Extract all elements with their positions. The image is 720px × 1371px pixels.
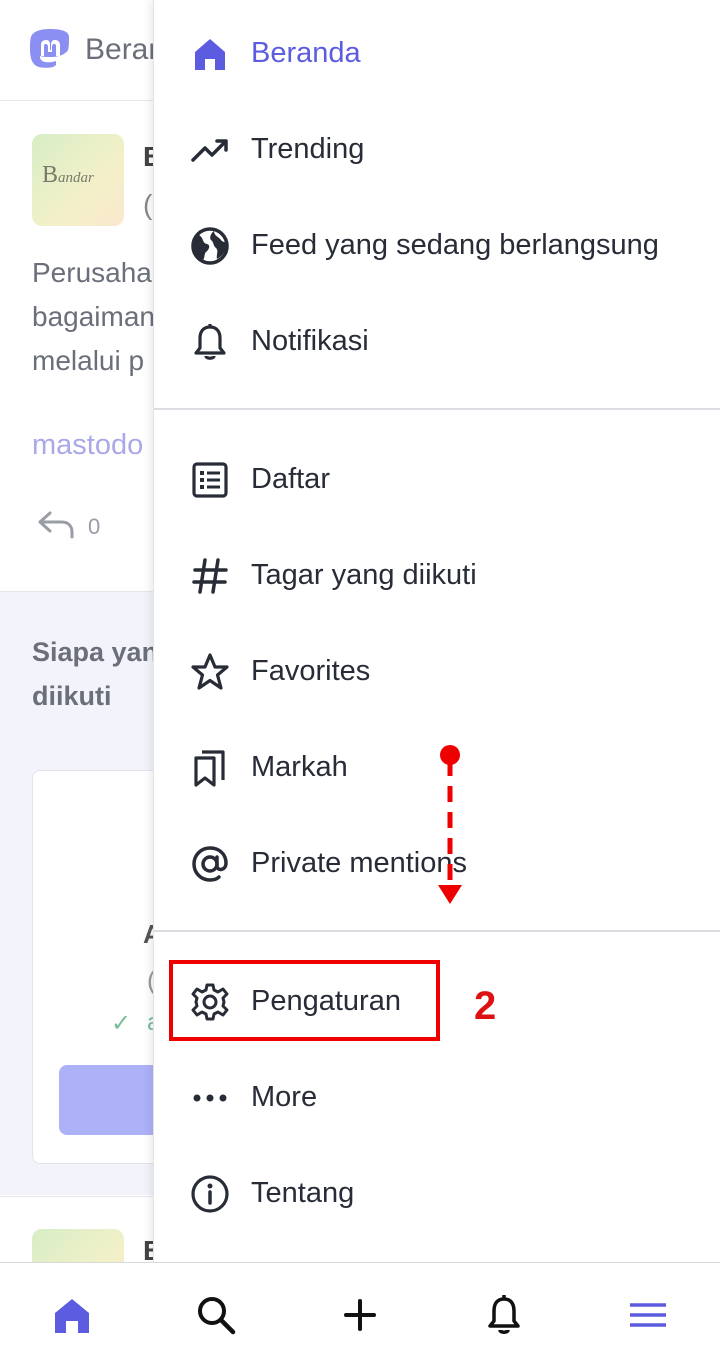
- hashtag-icon: [192, 558, 228, 594]
- globe-icon: [191, 227, 229, 265]
- trending-icon: [191, 139, 228, 162]
- annotation-step-number: 2: [474, 984, 497, 1028]
- nav-label: Markah: [251, 751, 348, 783]
- at-icon: [192, 846, 228, 882]
- annotation-highlight-box: [169, 960, 440, 1041]
- post-link[interactable]: mastodo: [32, 429, 143, 462]
- navigation-drawer: Beranda Trending Feed yang sedang berlan…: [153, 0, 720, 1262]
- nav-label: Trending: [251, 133, 365, 165]
- nav-label: Feed yang sedang berlangsung: [251, 229, 659, 261]
- reply-count: 0: [88, 514, 101, 539]
- plus-icon[interactable]: [338, 1293, 382, 1337]
- check-icon: ✓: [111, 1010, 132, 1037]
- nav-label: Favorites: [251, 655, 371, 687]
- avatar[interactable]: Bandar: [32, 134, 124, 226]
- nav-label: Daftar: [251, 463, 330, 495]
- nav-item-tentang[interactable]: Tentang: [154, 1154, 720, 1234]
- avatar[interactable]: [32, 1229, 124, 1262]
- search-icon[interactable]: [194, 1293, 238, 1337]
- bell-icon: [194, 324, 226, 360]
- avatar-logo-text: Bandar: [42, 162, 94, 188]
- nav-label: Tentang: [251, 1177, 355, 1209]
- bell-icon[interactable]: [482, 1293, 526, 1337]
- nav-item-trending[interactable]: Trending: [154, 110, 720, 190]
- nav-item-more[interactable]: More: [154, 1058, 720, 1138]
- list-icon: [192, 462, 228, 498]
- nav-item-tagar[interactable]: Tagar yang diikuti: [154, 536, 720, 616]
- post-author-handle: (: [143, 189, 153, 220]
- nav-label: Beranda: [251, 37, 361, 69]
- bottom-tab-bar: [0, 1262, 720, 1371]
- reply-icon[interactable]: [36, 509, 76, 541]
- annotation-arrow-icon: [438, 745, 462, 904]
- more-icon: [193, 1094, 227, 1102]
- nav-label: Tagar yang diikuti: [251, 559, 477, 591]
- nav-item-notifikasi[interactable]: Notifikasi: [154, 302, 720, 382]
- star-icon: [191, 653, 229, 690]
- divider: [154, 408, 720, 410]
- home-icon[interactable]: [50, 1293, 94, 1337]
- divider: [154, 930, 720, 932]
- nav-item-beranda[interactable]: Beranda: [154, 14, 720, 94]
- nav-item-favorites[interactable]: Favorites: [154, 632, 720, 712]
- menu-icon[interactable]: [626, 1293, 670, 1337]
- nav-label: More: [251, 1081, 318, 1113]
- nav-item-feed[interactable]: Feed yang sedang berlangsung: [154, 206, 720, 286]
- home-icon: [195, 39, 225, 70]
- info-icon: [191, 1175, 229, 1213]
- nav-item-daftar[interactable]: Daftar: [154, 440, 720, 520]
- mastodon-logo-icon[interactable]: [26, 26, 74, 74]
- bookmarks-icon: [194, 750, 225, 787]
- nav-label: Notifikasi: [251, 325, 369, 357]
